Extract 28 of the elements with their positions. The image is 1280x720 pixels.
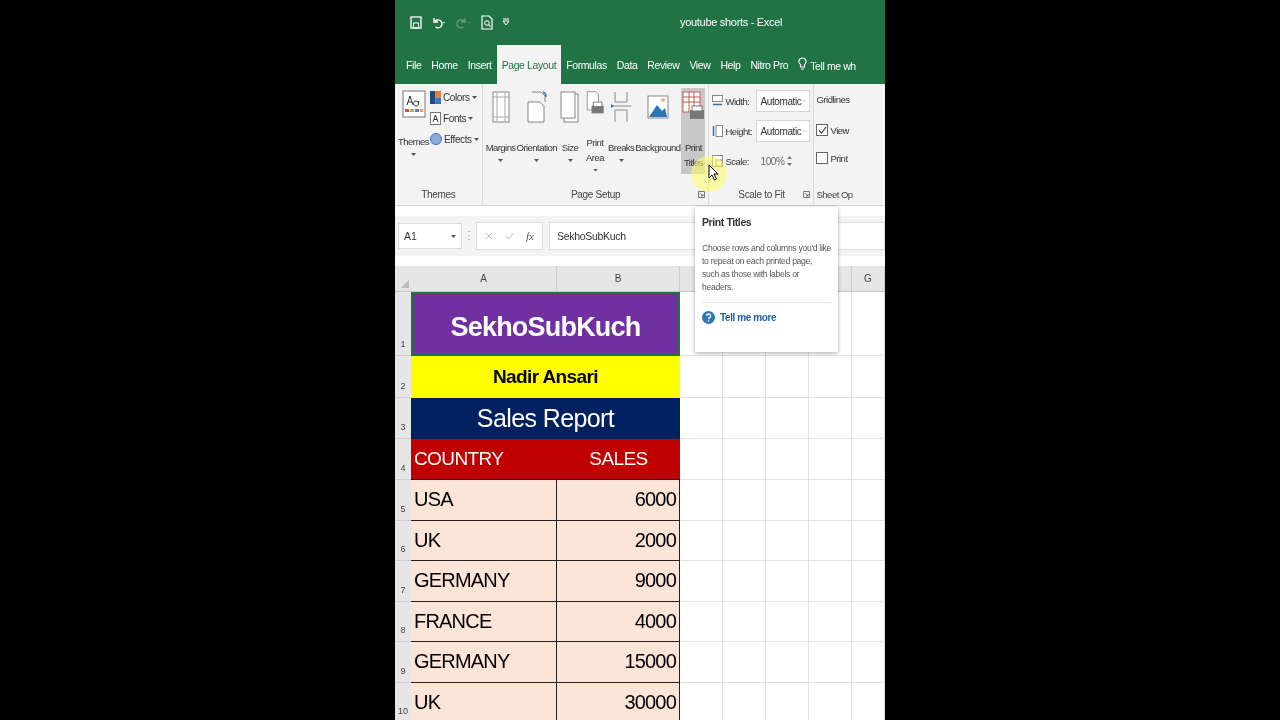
gridlines-heading: Gridlines	[816, 93, 850, 107]
table-cell: 6000	[557, 480, 680, 521]
field-label: Scale:	[725, 155, 750, 167]
table-cell: USA	[411, 480, 557, 521]
table-cell: UK	[411, 520, 557, 561]
field-label: Height:	[725, 125, 754, 137]
table-cell: 9000	[557, 561, 680, 602]
tooltip-text: Choose rows and columns you'd like to repeat on each printed page, such as those with labels or headers.	[702, 242, 831, 294]
table-cell: GERMANY	[411, 642, 557, 683]
group-label: Scale to Fit	[738, 189, 785, 200]
merged-cell: Sales Report	[411, 398, 680, 439]
table-cell: SALES	[557, 439, 680, 480]
table-cell: UK	[411, 682, 557, 720]
merged-cell: Nadir Ansari	[411, 356, 680, 398]
field-label: Width:	[725, 95, 751, 107]
group-label: Themes	[421, 189, 456, 200]
tooltip-title: Print Titles	[702, 216, 753, 228]
table-cell: 15000	[557, 642, 680, 683]
group-label: Page Setup	[570, 189, 621, 200]
table-cell: FRANCE	[411, 601, 557, 642]
group-label: Sheet Op	[816, 189, 853, 200]
table-cell: COUNTRY	[411, 439, 557, 480]
table-cell: 2000	[557, 520, 680, 561]
window-title: youtube shorts - Excel	[680, 16, 783, 28]
table-cell: GERMANY	[411, 561, 557, 602]
table-cell: 4000	[557, 601, 680, 642]
table-cell: 30000	[557, 682, 680, 720]
merged-cell: SekhoSubKuch	[411, 292, 680, 356]
